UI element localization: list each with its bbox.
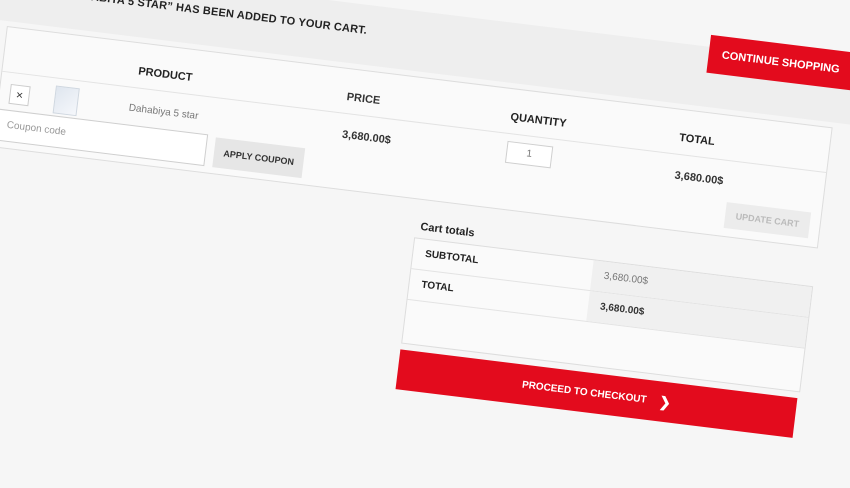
checkmark-icon: ✔ <box>30 0 47 5</box>
chevron-right-icon: ❯ <box>658 392 672 411</box>
apply-coupon-button[interactable]: APPLY COUPON <box>212 137 306 179</box>
subtotal-value: 3,680.00$ <box>603 270 649 288</box>
product-name-link[interactable]: Dahabiya 5 star <box>128 103 199 122</box>
remove-item-button[interactable]: × <box>8 83 31 107</box>
cart-totals-title: Cart totals <box>419 220 476 240</box>
notice-message: “DAHABIYA 5 STAR” HAS BEEN ADDED TO YOUR… <box>60 0 368 37</box>
total-value: 3,680.00$ <box>599 301 645 318</box>
coupon-placeholder: Coupon code <box>6 119 67 138</box>
product-thumbnail[interactable] <box>52 85 80 117</box>
total-label: TOTAL <box>420 279 455 295</box>
header-quantity: QUANTITY <box>509 111 568 130</box>
product-price: 3,680.00$ <box>341 128 392 147</box>
line-total: 3,680.00$ <box>673 169 724 188</box>
checkout-label: PROCEED TO CHECKOUT <box>521 379 648 406</box>
cart-page: ✔ “DAHABIYA 5 STAR” HAS BEEN ADDED TO YO… <box>0 0 850 486</box>
update-cart-button[interactable]: UPDATE CART <box>723 202 812 239</box>
quantity-input[interactable]: 1 <box>504 140 554 169</box>
header-total: TOTAL <box>678 131 716 149</box>
subtotal-label: SUBTOTAL <box>424 248 479 267</box>
header-product: PRODUCT <box>137 65 194 84</box>
header-price: PRICE <box>346 91 381 108</box>
